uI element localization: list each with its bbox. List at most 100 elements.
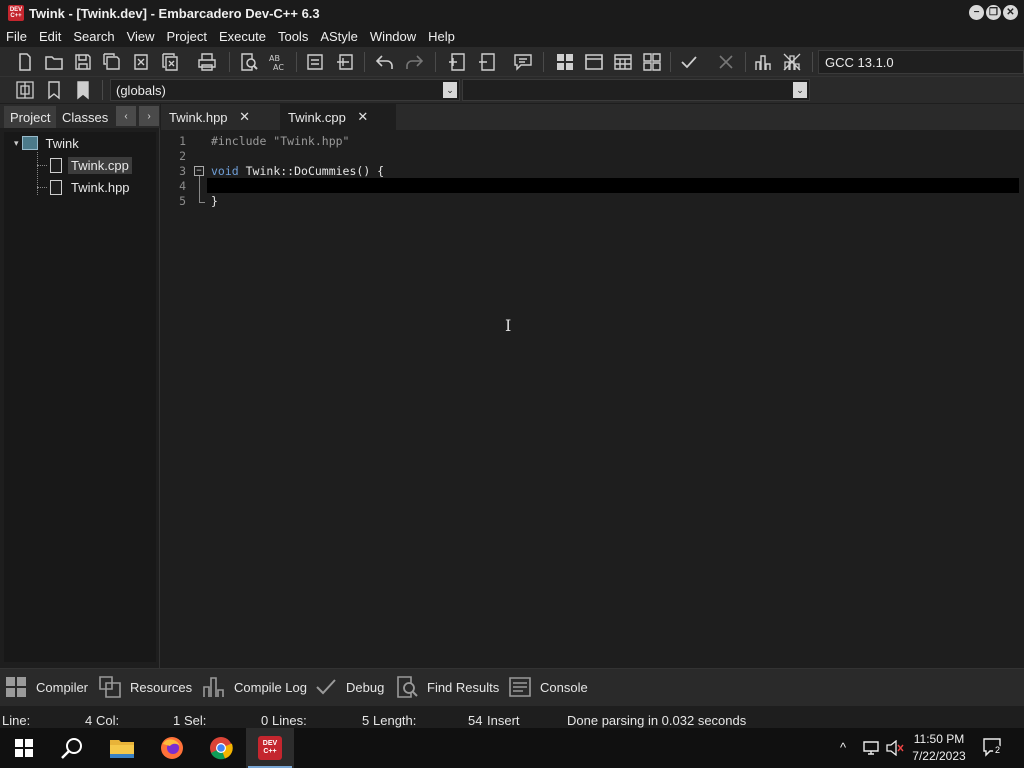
insert-icon[interactable] [14, 79, 36, 101]
action-center-button[interactable]: 2 [982, 737, 1004, 759]
project-browser-tabs: Project Classes ‹ › [0, 104, 160, 128]
open-folder-icon[interactable] [43, 51, 65, 73]
find-results-icon [395, 675, 419, 699]
run-icon[interactable] [583, 51, 605, 73]
menu-project[interactable]: Project [161, 29, 213, 44]
tree-item-file[interactable]: Twink.hpp [50, 177, 133, 197]
close-file-icon[interactable] [130, 51, 152, 73]
tab-compiler[interactable]: Compiler [4, 673, 88, 701]
replace-icon[interactable]: AB AC [267, 51, 289, 73]
code-token: void [211, 164, 239, 178]
menu-astyle[interactable]: AStyle [314, 29, 364, 44]
code-token: Twink::DoCummies() { [238, 164, 385, 178]
tab-resources[interactable]: Resources [98, 673, 192, 701]
tab-classes[interactable]: Classes [56, 106, 114, 128]
print-icon[interactable] [196, 51, 218, 73]
menu-search[interactable]: Search [67, 29, 120, 44]
taskbar-chrome[interactable] [197, 728, 245, 768]
tab-label: Resources [130, 679, 193, 695]
menu-execute[interactable]: Execute [213, 29, 272, 44]
redo-icon[interactable] [403, 51, 425, 73]
menu-window[interactable]: Window [364, 29, 422, 44]
menu-tools[interactable]: Tools [272, 29, 314, 44]
tray-chevron-icon[interactable]: ^ [840, 740, 846, 755]
network-icon[interactable] [862, 740, 880, 759]
status-sel-value: 0 [261, 713, 269, 728]
taskbar-clock[interactable]: 11:50 PM 7/22/2023 [900, 731, 978, 765]
save-all-icon[interactable] [101, 51, 123, 73]
start-button[interactable] [0, 728, 48, 768]
chevron-left-icon[interactable]: ‹ [116, 106, 136, 126]
tab-twink-hpp[interactable]: Twink.hpp ✕ [161, 104, 277, 130]
output-tabs: Compiler Resources Compile Log Debug Fin… [0, 668, 1024, 706]
code-line: 3 void Twink::DoCummies() { [161, 164, 1019, 179]
menu-view[interactable]: View [121, 29, 161, 44]
restore-button[interactable]: ❐ [986, 5, 1001, 20]
scope-select[interactable]: (globals) ⌄ [110, 79, 460, 101]
close-icon[interactable]: ✕ [356, 109, 370, 124]
tab-compile-log[interactable]: Compile Log [202, 673, 307, 701]
chevron-right-icon[interactable]: › [139, 106, 159, 126]
remove-from-project-icon[interactable] [476, 51, 498, 73]
profile-icon[interactable] [752, 51, 774, 73]
close-all-icon[interactable] [159, 51, 181, 73]
unindent-icon[interactable] [334, 51, 356, 73]
tree-item-file[interactable]: Twink.cpp [50, 155, 132, 175]
tab-label: Twink.hpp [169, 109, 228, 125]
menu-edit[interactable]: Edit [33, 29, 67, 44]
compile-run-icon[interactable] [612, 51, 634, 73]
tab-label: Compiler [36, 679, 89, 695]
compiler-select[interactable]: GCC 13.1.0 [818, 50, 1024, 74]
taskbar: DEV C++ ^ 11:50 PM 7/22/2023 2 [0, 728, 1024, 768]
menu-file[interactable]: File [0, 29, 33, 44]
toggle-bookmark-icon[interactable] [43, 79, 65, 101]
code-editor[interactable]: 1 #include "Twink.hpp" 2 3 void Twink::D… [161, 130, 1024, 668]
svg-text:AB: AB [269, 54, 280, 63]
title-bar: DEV C++ Twink - [Twink.dev] - Embarcader… [0, 0, 1024, 26]
expand-icon[interactable]: ▾ [14, 138, 19, 149]
compile-icon[interactable] [554, 51, 576, 73]
compile-log-icon [202, 675, 226, 699]
taskbar-firefox[interactable] [148, 728, 196, 768]
tab-project[interactable]: Project [4, 106, 57, 128]
tab-debug[interactable]: Debug [314, 673, 384, 701]
taskbar-file-explorer[interactable] [98, 728, 146, 768]
indent-icon[interactable] [304, 51, 326, 73]
code-text: void Twink::DoCummies() { [211, 164, 384, 179]
goto-bookmark-icon[interactable] [72, 79, 94, 101]
stop-execution-icon[interactable] [715, 51, 737, 73]
tree-item-label: Twink.hpp [71, 179, 130, 195]
rebuild-all-icon[interactable] [641, 51, 663, 73]
tab-console[interactable]: Console [508, 673, 588, 701]
syntax-check-icon[interactable] [678, 51, 700, 73]
minimize-button[interactable]: − [969, 5, 984, 20]
close-icon[interactable]: ✕ [238, 109, 252, 124]
compiler-select-value: GCC 13.1.0 [825, 54, 894, 70]
fold-collapse-icon[interactable]: − [194, 166, 204, 176]
project-options-icon[interactable] [512, 51, 534, 73]
close-button[interactable]: ✕ [1003, 5, 1018, 20]
code-line: 2 [161, 149, 1019, 164]
new-file-icon[interactable] [14, 51, 36, 73]
tree-item-label: Twink.cpp [68, 156, 132, 174]
save-icon[interactable] [72, 51, 94, 73]
status-line-label: Line: [2, 713, 31, 728]
undo-icon[interactable] [374, 51, 396, 73]
member-select[interactable]: ⌄ [462, 79, 810, 101]
add-to-project-icon[interactable] [446, 51, 468, 73]
devcpp-app-icon[interactable]: DEV C++ [8, 5, 24, 21]
tree-item-project[interactable]: ▾ Twink [14, 133, 82, 153]
chevron-down-icon[interactable]: ⌄ [793, 82, 807, 98]
tab-label: Compile Log [234, 679, 307, 695]
status-col-label: Col: [96, 713, 120, 728]
chevron-down-icon[interactable]: ⌄ [443, 82, 457, 98]
tab-find-results[interactable]: Find Results [395, 673, 499, 701]
delete-profile-icon[interactable] [781, 51, 803, 73]
taskbar-search-button[interactable] [48, 728, 96, 768]
file-icon [50, 157, 62, 173]
folder-icon [110, 740, 134, 758]
tab-twink-cpp[interactable]: Twink.cpp ✕ [280, 104, 396, 130]
taskbar-devcpp[interactable]: DEV C++ [246, 728, 294, 768]
find-icon[interactable] [238, 51, 260, 73]
menu-help[interactable]: Help [422, 29, 461, 44]
